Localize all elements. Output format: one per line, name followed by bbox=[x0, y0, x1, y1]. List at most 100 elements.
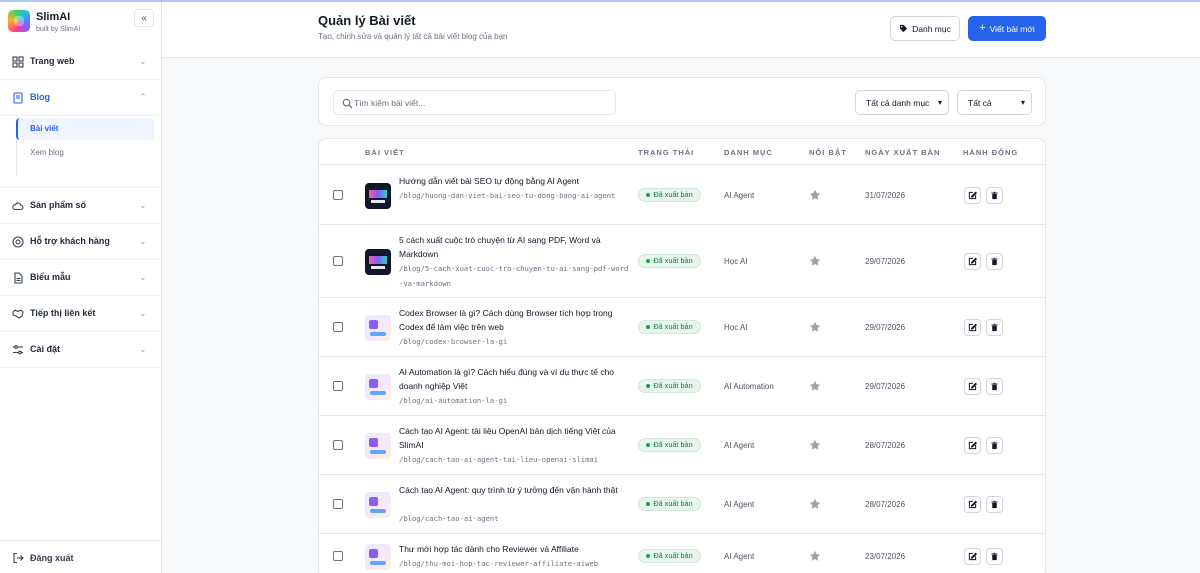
search-box[interactable] bbox=[333, 90, 616, 115]
star-icon[interactable] bbox=[809, 189, 821, 201]
star-icon[interactable] bbox=[809, 498, 821, 510]
edit-button[interactable] bbox=[964, 318, 981, 336]
new-post-button[interactable]: + Viết bài mới bbox=[968, 16, 1046, 41]
table-header: BÀI VIẾT TRẠNG THÁI DANH MỤC NỔI BẬT NGÀ… bbox=[319, 139, 1045, 165]
edit-button[interactable] bbox=[964, 252, 981, 270]
table-row[interactable]: 5 cách xuất cuộc trò chuyện từ AI sang P… bbox=[319, 225, 1045, 298]
brand[interactable]: SlimAI built by SlimAI bbox=[8, 10, 154, 36]
post-title[interactable]: AI Automation là gì? Cách hiểu đúng và v… bbox=[399, 365, 631, 393]
edit-button[interactable] bbox=[964, 547, 981, 565]
edit-button[interactable] bbox=[964, 377, 981, 395]
post-date: 29/07/2026 bbox=[865, 322, 906, 332]
delete-button[interactable] bbox=[986, 436, 1003, 454]
post-thumbnail bbox=[365, 182, 391, 209]
edit-button[interactable] bbox=[964, 186, 981, 204]
handshake-icon bbox=[12, 309, 24, 319]
sidebar-item-bieu-mau[interactable]: Biểu mẫu ⌄ bbox=[0, 260, 161, 296]
delete-button[interactable] bbox=[986, 252, 1003, 270]
delete-button[interactable] bbox=[986, 495, 1003, 513]
table-row[interactable]: AI Automation là gì? Cách hiểu đúng và v… bbox=[319, 357, 1045, 416]
table-row[interactable]: Cách tạo AI Agent: quy trình từ ý tưởng … bbox=[319, 475, 1045, 534]
star-icon[interactable] bbox=[809, 550, 821, 562]
status-badge-label: Đã xuất bản bbox=[653, 440, 693, 449]
post-title[interactable]: Thư mời hợp tác dành cho Reviewer và Aff… bbox=[399, 542, 631, 556]
star-icon[interactable] bbox=[809, 255, 821, 267]
status-dot bbox=[646, 192, 651, 197]
post-thumbnail bbox=[365, 248, 391, 275]
sidebar-item-tiep-thi[interactable]: Tiếp thị liên kết ⌄ bbox=[0, 296, 161, 332]
table-row[interactable]: Cách tạo AI Agent: tài liệu OpenAI bản d… bbox=[319, 416, 1045, 475]
trash-icon bbox=[990, 552, 999, 561]
column-header-category: DANH MỤC bbox=[724, 148, 773, 157]
logout-button[interactable]: Đăng xuất bbox=[0, 540, 161, 573]
edit-icon bbox=[968, 191, 977, 200]
post-slug: /blog/codex-browser-la-gi bbox=[399, 337, 508, 346]
search-icon bbox=[342, 98, 353, 109]
category-button-label: Danh mục bbox=[912, 23, 951, 34]
delete-button[interactable] bbox=[986, 186, 1003, 204]
status-badge: Đã xuất bản bbox=[638, 253, 701, 268]
category-select[interactable]: Tất cả danh mục ▾ bbox=[855, 90, 949, 115]
chevron-down-icon: ⌄ bbox=[139, 344, 147, 354]
status-dot bbox=[646, 383, 651, 388]
brand-subtitle: built by SlimAI bbox=[36, 26, 81, 33]
star-icon[interactable] bbox=[809, 380, 821, 392]
row-checkbox[interactable] bbox=[333, 321, 343, 332]
post-slug: /blog/huong-dan-viet-bai-seo-tu-dong-ban… bbox=[399, 190, 616, 200]
row-checkbox[interactable] bbox=[333, 498, 343, 509]
edit-icon bbox=[968, 552, 977, 561]
delete-button[interactable] bbox=[986, 547, 1003, 565]
sidebar-subitem-bai-viet[interactable]: Bài viết bbox=[16, 118, 154, 140]
post-title[interactable]: Codex Browser là gì? Cách dùng Browser t… bbox=[399, 306, 631, 334]
edit-icon bbox=[968, 441, 977, 450]
status-badge: Đã xuất bản bbox=[638, 496, 701, 511]
status-badge-label: Đã xuất bản bbox=[653, 190, 693, 199]
search-input[interactable] bbox=[354, 91, 609, 114]
top-accent-line bbox=[0, 0, 1200, 2]
logout-label: Đăng xuất bbox=[30, 553, 74, 563]
sidebar-item-cai-dat[interactable]: Cài đặt ⌄ bbox=[0, 332, 161, 368]
column-header-featured: NỔI BẬT bbox=[809, 148, 847, 157]
status-badge-label: Đã xuất bản bbox=[653, 551, 693, 560]
row-checkbox[interactable] bbox=[333, 550, 343, 561]
post-date: 31/07/2026 bbox=[865, 190, 906, 200]
sidebar-item-label: Hỗ trợ khách hàng bbox=[30, 236, 110, 246]
row-checkbox[interactable] bbox=[333, 439, 343, 450]
post-slug: /blog/cach-tao-ai-agent-tai-lieu-openai-… bbox=[399, 455, 599, 464]
post-title[interactable]: Cách tạo AI Agent: quy trình từ ý tưởng … bbox=[399, 483, 631, 497]
sidebar-item-san-pham-so[interactable]: Sản phẩm số ⌄ bbox=[0, 188, 161, 224]
sidebar-item-ho-tro[interactable]: Hỗ trợ khách hàng ⌄ bbox=[0, 224, 161, 260]
edit-button[interactable] bbox=[964, 436, 981, 454]
cloud-icon bbox=[12, 202, 24, 211]
brand-name: SlimAI bbox=[36, 11, 71, 23]
post-title[interactable]: Cách tạo AI Agent: tài liệu OpenAI bản d… bbox=[399, 424, 631, 452]
status-select[interactable]: Tất cả ▾ bbox=[957, 90, 1032, 115]
table-row[interactable]: Hướng dẫn viết bài SEO tự động bằng AI A… bbox=[319, 166, 1045, 225]
post-title[interactable]: 5 cách xuất cuộc trò chuyện từ AI sang P… bbox=[399, 233, 631, 261]
blog-submenu: Bài viết Xem blog bbox=[0, 116, 161, 188]
sidebar-item-label: Blog bbox=[30, 92, 50, 102]
post-thumbnail bbox=[365, 543, 391, 570]
category-button[interactable]: Danh mục bbox=[890, 16, 960, 41]
logout-icon bbox=[13, 552, 24, 564]
sidebar-item-trang-web[interactable]: Trang web ⌄ bbox=[0, 44, 161, 80]
edit-button[interactable] bbox=[964, 495, 981, 513]
row-checkbox[interactable] bbox=[333, 380, 343, 391]
delete-button[interactable] bbox=[986, 377, 1003, 395]
delete-button[interactable] bbox=[986, 318, 1003, 336]
post-title[interactable]: Hướng dẫn viết bài SEO tự động bằng AI A… bbox=[399, 174, 631, 188]
sidebar-item-label: Sản phẩm số bbox=[30, 200, 87, 210]
sidebar-item-blog[interactable]: Blog ⌃ bbox=[0, 80, 161, 116]
sidebar-subitem-xem-blog[interactable]: Xem blog bbox=[18, 142, 154, 164]
sidebar-item-label: Trang web bbox=[30, 56, 75, 66]
table-row[interactable]: Thư mời hợp tác dành cho Reviewer và Aff… bbox=[319, 534, 1045, 573]
collapse-sidebar-button[interactable]: « bbox=[134, 9, 154, 27]
page-title: Quản lý Bài viết bbox=[318, 13, 416, 28]
row-checkbox[interactable] bbox=[333, 189, 343, 200]
post-category: AI Automation bbox=[724, 381, 774, 391]
star-icon[interactable] bbox=[809, 439, 821, 451]
star-icon[interactable] bbox=[809, 321, 821, 333]
row-checkbox[interactable] bbox=[333, 255, 343, 266]
table-row[interactable]: Codex Browser là gì? Cách dùng Browser t… bbox=[319, 298, 1045, 357]
status-badge-label: Đã xuất bản bbox=[653, 381, 693, 390]
